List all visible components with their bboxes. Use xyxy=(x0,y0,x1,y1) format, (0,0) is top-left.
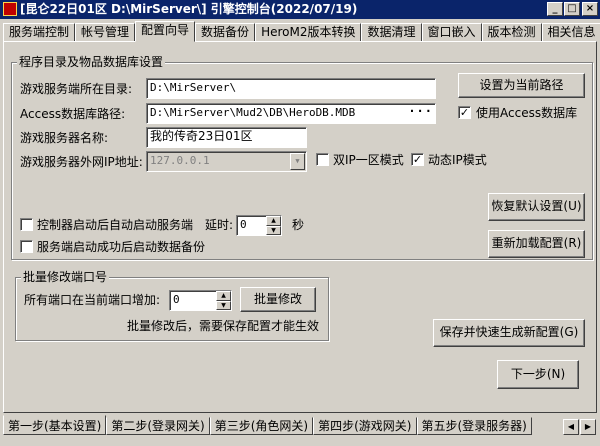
db-settings-legend: 程序目录及物品数据库设置 xyxy=(17,55,166,69)
batch-modify-button[interactable]: 批量修改 xyxy=(240,287,316,312)
tab-step-4-game-gate[interactable]: 第四步(游戏网关) xyxy=(313,417,417,435)
server-name-input[interactable]: 我的传奇23日01区 xyxy=(146,127,307,148)
tab-step-2-login-gate[interactable]: 第二步(登录网关) xyxy=(106,417,210,435)
use-access-db-label: 使用Access数据库 xyxy=(476,106,578,120)
spin-down-icon[interactable]: ▼ xyxy=(216,300,231,310)
auto-start-label: 控制器启动后自动启动服务端 xyxy=(37,218,194,232)
restore-default-button[interactable]: 恢复默认设置(U) xyxy=(488,193,585,221)
external-ip-value: 127.0.0.1 xyxy=(150,154,210,167)
tab-step-1-basic[interactable]: 第一步(基本设置) xyxy=(3,415,107,435)
port-increase-value: 0 xyxy=(173,293,180,306)
tab-server-control[interactable]: 服务端控制 xyxy=(3,23,76,42)
auto-backup-checkbox[interactable] xyxy=(20,240,33,253)
tab-about[interactable]: 相关信息 xyxy=(541,23,600,42)
window-title: [昆仑22日01区 D:\MirServer\] 引擎控制台(2022/07/1… xyxy=(20,2,358,16)
tab-step-5-login-server[interactable]: 第五步(登录服务器) xyxy=(416,417,532,435)
maximize-button[interactable]: □ xyxy=(564,2,580,16)
server-dir-input[interactable]: D:\MirServer\ xyxy=(146,78,436,99)
use-access-db-checkbox[interactable]: ✓ xyxy=(458,106,471,119)
tab-data-backup[interactable]: 数据备份 xyxy=(195,23,256,42)
scroll-left-icon[interactable]: ◀ xyxy=(563,419,579,435)
port-increase-label: 所有端口在当前端口增加: xyxy=(24,293,161,307)
dynamic-ip-checkbox[interactable]: ✓ xyxy=(411,153,424,166)
delay-spin-buttons[interactable]: ▲ ▼ xyxy=(266,216,281,235)
save-generate-config-button[interactable]: 保存并快速生成新配置(G) xyxy=(433,319,585,347)
spin-up-icon[interactable]: ▲ xyxy=(266,216,281,226)
bottom-tab-strip: 第一步(基本设置) 第二步(登录网关) 第三步(角色网关) 第四步(游戏网关) … xyxy=(3,415,532,437)
delay-label: 延时: xyxy=(205,218,234,232)
app-icon xyxy=(3,2,17,16)
tab-step-3-role-gate[interactable]: 第三步(角色网关) xyxy=(209,417,314,435)
top-tab-strip: 服务端控制 帐号管理 配置向导 数据备份 HeroM2版本转换 数据清理 窗口嵌… xyxy=(3,21,600,42)
server-dir-label: 游戏服务端所在目录: xyxy=(20,82,133,96)
access-db-input[interactable]: D:\MirServer\Mud2\DB\HeroDB.MDB ··· xyxy=(146,103,436,124)
port-batch-note: 批量修改后，需要保存配置才能生效 xyxy=(127,319,320,333)
auto-backup-label: 服务端启动成功后启动数据备份 xyxy=(37,240,206,254)
external-ip-select[interactable]: 127.0.0.1 ▼ xyxy=(146,151,307,172)
server-name-label: 游戏服务器名称: xyxy=(20,131,109,145)
tab-herom2-version-convert[interactable]: HeroM2版本转换 xyxy=(255,23,362,42)
chevron-down-icon[interactable]: ▼ xyxy=(290,153,305,170)
port-batch-legend: 批量修改端口号 xyxy=(21,270,110,284)
close-button[interactable]: × xyxy=(582,2,598,16)
spin-up-icon[interactable]: ▲ xyxy=(216,291,231,301)
access-db-label: Access数据库路径: xyxy=(20,107,126,121)
tab-data-cleanup[interactable]: 数据清理 xyxy=(361,23,422,42)
tab-account-management[interactable]: 帐号管理 xyxy=(75,23,136,42)
delay-value: 0 xyxy=(240,218,247,231)
browse-ellipsis-icon[interactable]: ··· xyxy=(408,104,433,119)
scroll-right-icon[interactable]: ▶ xyxy=(580,419,596,435)
minimize-button[interactable]: _ xyxy=(547,2,563,16)
external-ip-label: 游戏服务器外网IP地址: xyxy=(20,155,143,169)
access-db-path: D:\MirServer\Mud2\DB\HeroDB.MDB xyxy=(150,106,356,119)
tab-version-check[interactable]: 版本检测 xyxy=(481,23,542,42)
spin-down-icon[interactable]: ▼ xyxy=(266,225,281,235)
set-current-path-button[interactable]: 设置为当前路径 xyxy=(458,73,585,98)
tab-window-embed[interactable]: 窗口嵌入 xyxy=(421,23,482,42)
next-step-button[interactable]: 下一步(N) xyxy=(497,360,579,389)
auto-start-checkbox[interactable] xyxy=(20,218,33,231)
dual-ip-label: 双IP一区模式 xyxy=(333,153,404,167)
dual-ip-checkbox[interactable] xyxy=(316,153,329,166)
port-increase-spin-buttons[interactable]: ▲ ▼ xyxy=(216,291,231,310)
reload-config-button[interactable]: 重新加载配置(R) xyxy=(488,230,585,258)
tab-config-wizard[interactable]: 配置向导 xyxy=(135,21,196,42)
delay-unit-label: 秒 xyxy=(292,218,305,232)
dynamic-ip-label: 动态IP模式 xyxy=(428,153,487,167)
